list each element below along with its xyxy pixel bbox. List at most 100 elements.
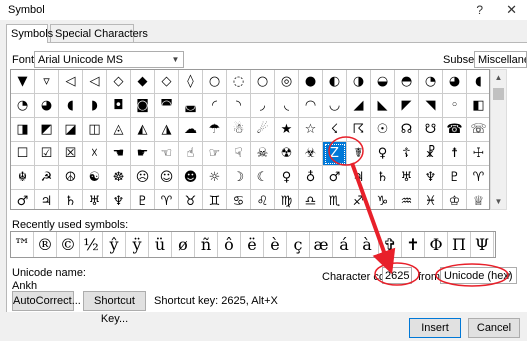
symbol-cell[interactable]: ♊ [203,190,227,209]
symbol-cell[interactable]: ☃ [227,118,251,142]
symbol-cell[interactable]: ☟ [227,142,251,166]
tab-symbols[interactable]: Symbols [6,24,53,43]
symbol-cell[interactable]: ◛ [179,94,203,118]
symbol-cell[interactable]: ◊ [179,70,203,94]
symbol-cell[interactable]: ☾ [251,166,275,190]
symbol-cell[interactable]: ◕ [443,70,467,94]
grid-scrollbar[interactable]: ▲ ▼ [490,69,507,210]
symbol-cell[interactable]: ☚ [107,142,131,166]
symbol-cell[interactable]: ☼ [203,166,227,190]
symbol-cell[interactable]: ◎ [275,70,299,94]
recent-symbol-cell[interactable]: ½ [80,232,103,257]
symbol-cell[interactable]: ☐ [11,142,35,166]
symbol-cell[interactable]: ☢ [275,142,299,166]
symbol-cell[interactable]: Z [323,142,347,166]
symbol-cell[interactable]: ☭ [35,166,59,190]
symbol-cell[interactable]: ◕ [35,94,59,118]
symbol-cell[interactable]: ◔ [11,94,35,118]
subset-dropdown[interactable]: Miscellaneous Symbols [474,51,527,68]
symbol-cell[interactable]: ♒ [395,190,419,209]
scroll-up-icon[interactable]: ▲ [491,70,506,85]
symbol-cell[interactable]: ☜ [155,142,179,166]
symbol-cell[interactable]: ♄ [59,190,83,209]
recent-symbol-cell[interactable]: ✞ [379,232,402,257]
symbol-cell[interactable]: ☹ [131,166,155,190]
symbol-cell[interactable]: ♋ [227,190,251,209]
symbol-cell[interactable]: ♀ [371,142,395,166]
symbol-cell[interactable]: ● [299,70,323,94]
recent-symbol-cell[interactable]: à [356,232,379,257]
symbol-cell[interactable]: ♀ [275,166,299,190]
symbol-cell[interactable]: ☦ [395,142,419,166]
symbol-cell[interactable]: ☏ [467,118,489,142]
recent-symbol-cell[interactable]: Φ [425,232,448,257]
symbol-cell[interactable]: ◆ [131,70,155,94]
symbol-cell[interactable]: ♍ [275,190,299,209]
recent-symbol-cell[interactable]: ü [149,232,172,257]
recent-symbol-cell[interactable]: Π [448,232,471,257]
symbol-cell[interactable]: ☺ [155,166,179,190]
symbol-cell[interactable]: ♆ [107,190,131,209]
symbol-cell[interactable]: ☂ [203,118,227,142]
symbol-cell[interactable]: ◟ [275,94,299,118]
symbol-cell[interactable]: ◫ [83,118,107,142]
symbol-cell[interactable]: ◮ [155,118,179,142]
symbol-cell[interactable]: ☞ [203,142,227,166]
tab-special-characters[interactable]: Special Characters [50,24,148,42]
recent-symbol-cell[interactable]: ™ [11,232,34,257]
symbol-cell[interactable]: ◜ [203,94,227,118]
symbol-cell[interactable]: ☬ [11,166,35,190]
symbol-cell[interactable]: ◌ [227,70,251,94]
symbol-cell[interactable]: ◡ [323,94,347,118]
symbol-cell[interactable]: ▿ [35,70,59,94]
symbol-cell[interactable]: ○ [203,70,227,94]
symbol-cell[interactable]: ◝ [227,94,251,118]
symbol-cell[interactable]: ◢ [347,94,371,118]
symbol-cell[interactable]: ◙ [131,94,155,118]
autocorrect-button[interactable]: AutoCorrect... [12,291,81,311]
recent-symbol-cell[interactable]: ÿ [126,232,149,257]
symbol-cell[interactable]: ☁ [179,118,203,142]
symbol-cell[interactable]: ◤ [395,94,419,118]
symbol-cell[interactable]: ◁ [59,70,83,94]
symbol-cell[interactable]: ◖ [59,94,83,118]
symbol-cell[interactable]: ◩ [35,118,59,142]
symbol-cell[interactable]: ◬ [107,118,131,142]
symbol-cell[interactable]: ◖ [467,70,489,94]
symbol-cell[interactable]: ◁ [83,70,107,94]
symbol-cell[interactable]: ☈ [347,118,371,142]
recent-symbol-cell[interactable]: ŷ [103,232,126,257]
symbol-cell[interactable]: ♇ [131,190,155,209]
recent-symbol-cell[interactable]: ® [34,232,57,257]
symbol-cell[interactable]: ☑ [35,142,59,166]
symbol-cell[interactable]: ☤ [347,142,371,166]
symbol-cell[interactable]: ○ [251,70,275,94]
symbol-cell[interactable]: ♂ [323,166,347,190]
recent-symbol-cell[interactable]: ë [241,232,264,257]
close-icon[interactable]: ✕ [506,2,517,18]
symbol-cell[interactable]: ◑ [347,70,371,94]
cancel-button[interactable]: Cancel [468,318,520,338]
symbol-cell[interactable]: ♂ [11,190,35,209]
recent-symbol-cell[interactable]: © [57,232,80,257]
symbol-cell[interactable]: ◒ [371,70,395,94]
recent-symbol-cell[interactable]: æ [310,232,333,257]
symbol-cell[interactable]: ◇ [107,70,131,94]
symbol-cell[interactable]: ♏ [323,190,347,209]
symbol-cell[interactable]: ♄ [371,166,395,190]
symbol-cell[interactable]: ☮ [59,166,83,190]
symbol-cell[interactable]: ★ [275,118,299,142]
scroll-thumb[interactable] [493,88,504,100]
symbol-cell[interactable]: ☋ [419,118,443,142]
symbol-cell[interactable]: ☛ [131,142,155,166]
from-dropdown[interactable]: Unicode (hex) ▼ [440,267,517,284]
symbol-cell[interactable]: ♆ [419,166,443,190]
recent-symbol-cell[interactable]: ø [172,232,195,257]
shortcut-key-button[interactable]: Shortcut Key... [83,291,146,325]
symbol-cell[interactable]: ◓ [395,70,419,94]
symbol-cell[interactable]: ♉ [179,190,203,209]
symbol-cell[interactable]: ♈ [155,190,179,209]
symbol-cell[interactable]: ♃ [35,190,59,209]
symbol-cell[interactable]: ◗ [83,94,107,118]
symbol-cell[interactable]: ◪ [59,118,83,142]
